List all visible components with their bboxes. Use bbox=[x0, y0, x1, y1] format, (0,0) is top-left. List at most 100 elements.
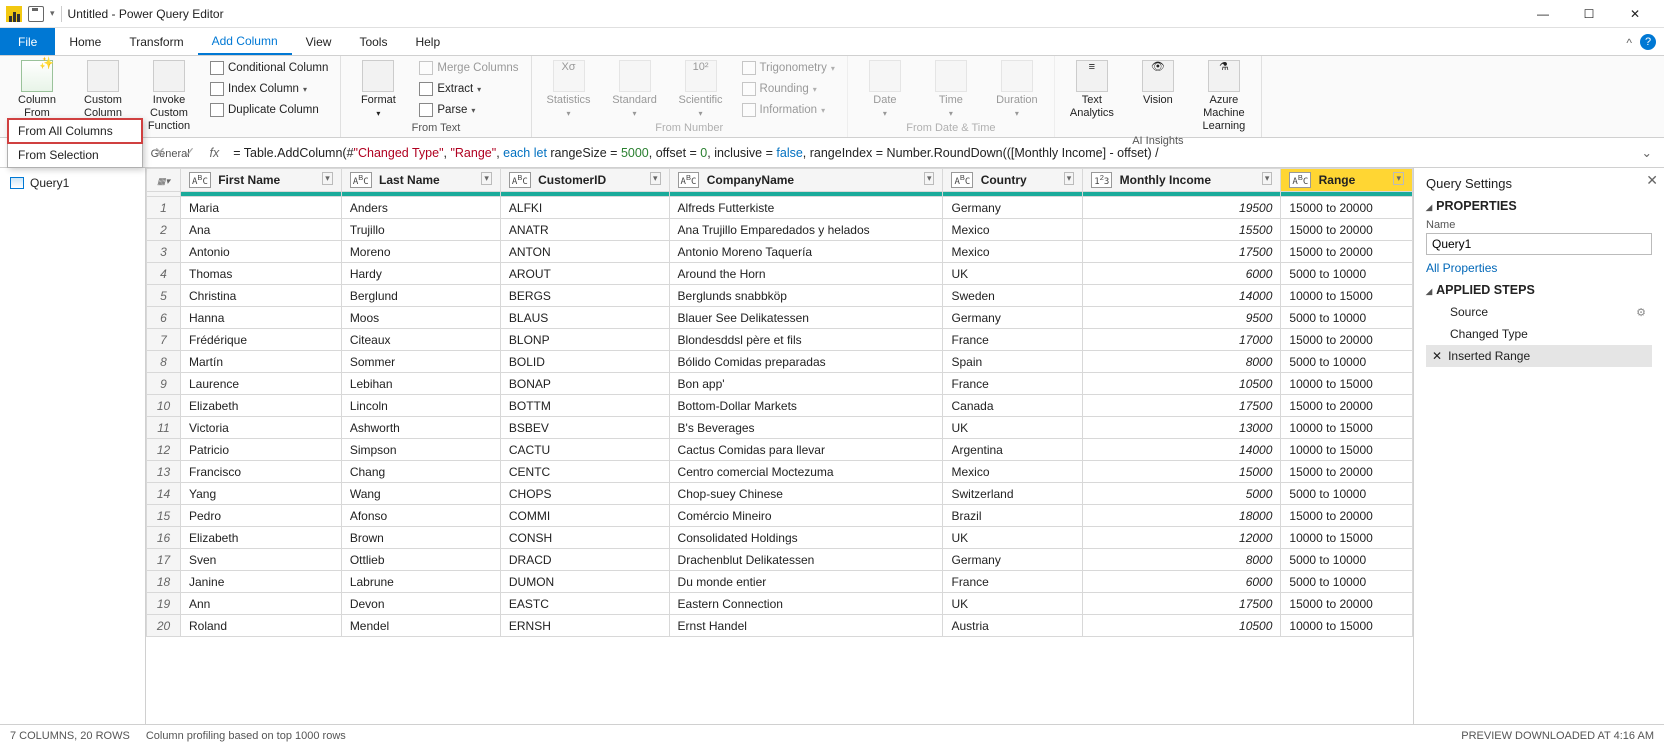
qat-dropdown[interactable]: ▾ bbox=[50, 8, 55, 19]
column-header[interactable]: ABC Range▾ bbox=[1281, 169, 1413, 192]
cell[interactable]: Sweden bbox=[943, 285, 1083, 307]
cell[interactable]: France bbox=[943, 329, 1083, 351]
cell[interactable]: Thomas bbox=[181, 263, 342, 285]
row-number[interactable]: 18 bbox=[147, 571, 181, 593]
cell[interactable]: Ana bbox=[181, 219, 342, 241]
cell[interactable]: Labrune bbox=[341, 571, 500, 593]
type-badge-icon[interactable]: ABC bbox=[350, 172, 372, 188]
row-number[interactable]: 14 bbox=[147, 483, 181, 505]
cell[interactable]: 14000 bbox=[1083, 439, 1281, 461]
cell[interactable]: 6000 bbox=[1083, 571, 1281, 593]
table-row[interactable]: 11VictoriaAshworthBSBEVB's BeveragesUK13… bbox=[147, 417, 1413, 439]
cell[interactable]: BLONP bbox=[500, 329, 669, 351]
cell[interactable]: Switzerland bbox=[943, 483, 1083, 505]
column-filter-icon[interactable]: ▾ bbox=[1064, 172, 1075, 185]
save-icon[interactable] bbox=[28, 6, 44, 22]
cell[interactable]: 19500 bbox=[1083, 197, 1281, 219]
type-badge-icon[interactable]: ABC bbox=[678, 172, 700, 188]
cell[interactable]: 18000 bbox=[1083, 505, 1281, 527]
cell[interactable]: Berglund bbox=[341, 285, 500, 307]
cell[interactable]: Frédérique bbox=[181, 329, 342, 351]
extract-button[interactable]: Extract▾ bbox=[415, 79, 522, 99]
cell[interactable]: 15500 bbox=[1083, 219, 1281, 241]
cell[interactable]: Elizabeth bbox=[181, 527, 342, 549]
cell[interactable]: Drachenblut Delikatessen bbox=[669, 549, 943, 571]
row-number[interactable]: 1 bbox=[147, 197, 181, 219]
cell[interactable]: France bbox=[943, 571, 1083, 593]
cell[interactable]: Mexico bbox=[943, 241, 1083, 263]
azure-ml-button[interactable]: ⚗Azure Machine Learning bbox=[1195, 58, 1253, 133]
cell[interactable]: DRACD bbox=[500, 549, 669, 571]
cell[interactable]: 5000 to 10000 bbox=[1281, 549, 1413, 571]
settings-close-icon[interactable]: ✕ bbox=[1646, 172, 1658, 189]
cell[interactable]: Elizabeth bbox=[181, 395, 342, 417]
standard-button[interactable]: Standard▾ bbox=[606, 58, 664, 120]
cell[interactable]: Hanna bbox=[181, 307, 342, 329]
table-row[interactable]: 15PedroAfonsoCOMMIComércio MineiroBrazil… bbox=[147, 505, 1413, 527]
cell[interactable]: Moos bbox=[341, 307, 500, 329]
statistics-button[interactable]: XσStatistics▾ bbox=[540, 58, 598, 120]
cell[interactable]: CACTU bbox=[500, 439, 669, 461]
row-number[interactable]: 16 bbox=[147, 527, 181, 549]
formula-cancel-icon[interactable]: ✕ bbox=[150, 144, 170, 161]
cell[interactable]: Germany bbox=[943, 549, 1083, 571]
cell[interactable]: 15000 to 20000 bbox=[1281, 461, 1413, 483]
column-header[interactable]: ABC CompanyName▾ bbox=[669, 169, 943, 192]
cell[interactable]: Mexico bbox=[943, 219, 1083, 241]
column-filter-icon[interactable]: ▾ bbox=[1262, 172, 1273, 185]
cell[interactable]: Devon bbox=[341, 593, 500, 615]
all-properties-link[interactable]: All Properties bbox=[1426, 261, 1652, 275]
cell[interactable]: Austria bbox=[943, 615, 1083, 637]
cell[interactable]: 6000 bbox=[1083, 263, 1281, 285]
invoke-custom-function-button[interactable]: Invoke Custom Function bbox=[140, 58, 198, 133]
cell[interactable]: 10000 to 15000 bbox=[1281, 285, 1413, 307]
table-row[interactable]: 10ElizabethLincolnBOTTMBottom-Dollar Mar… bbox=[147, 395, 1413, 417]
column-header[interactable]: ABC Last Name▾ bbox=[341, 169, 500, 192]
cell[interactable]: 5000 to 10000 bbox=[1281, 307, 1413, 329]
cell[interactable]: BOLID bbox=[500, 351, 669, 373]
row-number[interactable]: 13 bbox=[147, 461, 181, 483]
cell[interactable]: 17500 bbox=[1083, 241, 1281, 263]
cell[interactable]: EASTC bbox=[500, 593, 669, 615]
index-column-button[interactable]: Index Column▾ bbox=[206, 79, 332, 99]
custom-column-button[interactable]: Custom Column bbox=[74, 58, 132, 120]
cell[interactable]: Cactus Comidas para llevar bbox=[669, 439, 943, 461]
cell[interactable]: Canada bbox=[943, 395, 1083, 417]
row-number[interactable]: 3 bbox=[147, 241, 181, 263]
column-filter-icon[interactable]: ▾ bbox=[924, 172, 935, 185]
cell[interactable]: 10000 to 15000 bbox=[1281, 615, 1413, 637]
table-row[interactable]: 14YangWangCHOPSChop-suey ChineseSwitzerl… bbox=[147, 483, 1413, 505]
cell[interactable]: UK bbox=[943, 263, 1083, 285]
cell[interactable]: Wang bbox=[341, 483, 500, 505]
cell[interactable]: AROUT bbox=[500, 263, 669, 285]
cell[interactable]: Lebihan bbox=[341, 373, 500, 395]
cell[interactable]: BERGS bbox=[500, 285, 669, 307]
vision-button[interactable]: 👁Vision bbox=[1129, 58, 1187, 107]
row-number[interactable]: 8 bbox=[147, 351, 181, 373]
table-row[interactable]: 5ChristinaBerglundBERGSBerglunds snabbkö… bbox=[147, 285, 1413, 307]
information-button[interactable]: Information▾ bbox=[738, 100, 839, 120]
tab-help[interactable]: Help bbox=[401, 28, 454, 55]
cell[interactable]: 5000 to 10000 bbox=[1281, 483, 1413, 505]
cell[interactable]: Roland bbox=[181, 615, 342, 637]
collapse-ribbon-icon[interactable]: ^ bbox=[1626, 36, 1632, 55]
cell[interactable]: Bon app' bbox=[669, 373, 943, 395]
cell[interactable]: CONSH bbox=[500, 527, 669, 549]
table-row[interactable]: 13FranciscoChangCENTCCentro comercial Mo… bbox=[147, 461, 1413, 483]
cell[interactable]: Mendel bbox=[341, 615, 500, 637]
cell[interactable]: 17500 bbox=[1083, 593, 1281, 615]
cell[interactable]: Germany bbox=[943, 197, 1083, 219]
cell[interactable]: Argentina bbox=[943, 439, 1083, 461]
cell[interactable]: ANATR bbox=[500, 219, 669, 241]
properties-heading[interactable]: PROPERTIES bbox=[1426, 199, 1652, 213]
cell[interactable]: Citeaux bbox=[341, 329, 500, 351]
table-row[interactable]: 20RolandMendelERNSHErnst HandelAustria10… bbox=[147, 615, 1413, 637]
cell[interactable]: BOTTM bbox=[500, 395, 669, 417]
trigonometry-button[interactable]: Trigonometry▾ bbox=[738, 58, 839, 78]
close-button[interactable]: ✕ bbox=[1612, 0, 1658, 28]
row-number[interactable]: 5 bbox=[147, 285, 181, 307]
parse-button[interactable]: Parse▾ bbox=[415, 100, 522, 120]
cell[interactable]: Germany bbox=[943, 307, 1083, 329]
cell[interactable]: Simpson bbox=[341, 439, 500, 461]
cell[interactable]: 10000 to 15000 bbox=[1281, 439, 1413, 461]
